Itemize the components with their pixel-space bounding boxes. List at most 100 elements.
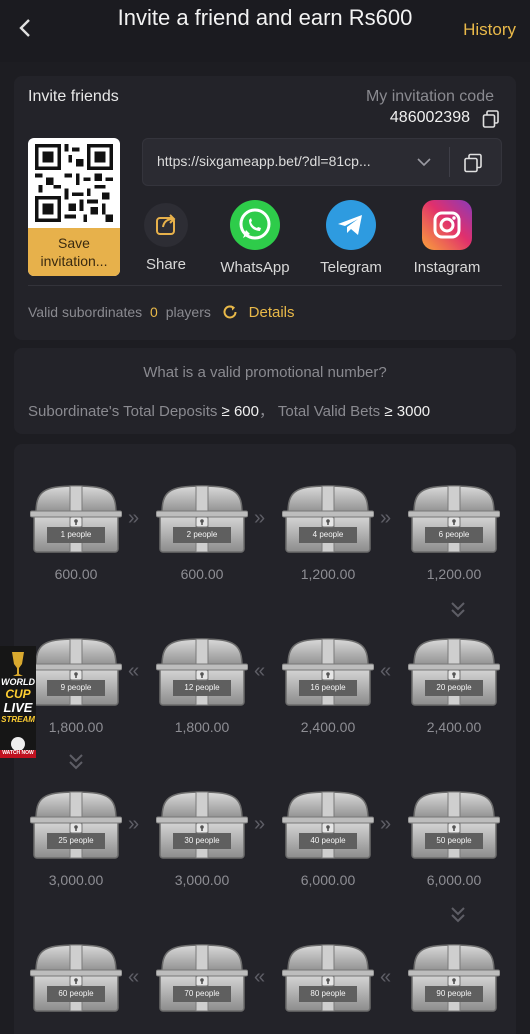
treasure-chest-icon: [282, 638, 374, 706]
reward-chest[interactable]: 4 people: [282, 484, 374, 556]
reward-amount: 600.00: [180, 566, 224, 582]
treasure-chest-icon: [156, 944, 248, 1012]
invitation-code-label: My invitation code: [365, 88, 494, 105]
reward-people-label: 80 people: [310, 989, 346, 998]
whatsapp-button[interactable]: WhatsApp: [210, 200, 300, 276]
details-link[interactable]: Details: [249, 304, 295, 321]
instagram-label: Instagram: [413, 259, 481, 276]
reward-amount: 1,200.00: [426, 566, 482, 582]
valid-subordinates-unit: players: [165, 304, 211, 320]
telegram-button[interactable]: Telegram: [306, 200, 396, 276]
promo-line-2: CUP: [5, 687, 31, 701]
world-cup-promo-badge[interactable]: WORLD CUP LIVE STREAM WATCH NOW: [0, 646, 36, 758]
reward-people-label: 12 people: [184, 683, 220, 692]
whatsapp-icon: [230, 200, 280, 250]
arrow-left-icon: «: [128, 966, 140, 988]
treasure-chest-icon: [156, 638, 248, 706]
chevron-down-icon[interactable]: [415, 153, 433, 171]
refresh-icon[interactable]: [221, 303, 239, 321]
reward-chest[interactable]: 12 people: [156, 637, 248, 709]
treasure-chest-icon: [408, 485, 500, 553]
reward-amount: 6,000.00: [300, 872, 356, 888]
reward-chest[interactable]: 30 people: [156, 790, 248, 862]
reward-amount: 3,000.00: [48, 872, 104, 888]
deposit-threshold: ≥ 600: [221, 403, 259, 420]
treasure-chest-icon: [408, 944, 500, 1012]
treasure-chest-icon: [408, 638, 500, 706]
treasure-chest-icon: [282, 944, 374, 1012]
copy-code-icon[interactable]: [482, 110, 500, 128]
divider: [28, 285, 502, 286]
arrow-right-icon: »: [128, 813, 140, 835]
reward-amount: 3,000.00: [174, 872, 230, 888]
share-button[interactable]: Share: [121, 200, 211, 273]
valid-subordinates-row: Valid subordinates 0 players Details: [28, 303, 295, 321]
reward-people-label: 20 people: [436, 683, 472, 692]
reward-amount: 6,000.00: [426, 872, 482, 888]
reward-chest[interactable]: 6 people: [408, 484, 500, 556]
bets-label: Total Valid Bets: [277, 403, 381, 420]
promo-line-4: STREAM: [1, 715, 35, 724]
arrow-down-icon: [451, 907, 465, 923]
promo-line-3: LIVE: [3, 700, 33, 715]
reward-chest[interactable]: 40 people: [282, 790, 374, 862]
promo-question[interactable]: What is a valid promotional number?: [14, 364, 516, 381]
reward-amount: 1,200.00: [300, 566, 356, 582]
promo-line-5: WATCH NOW: [2, 750, 34, 756]
arrow-left-icon: «: [380, 966, 392, 988]
reward-people-label: 90 people: [436, 989, 472, 998]
page-title: Invite a friend and earn Rs600: [117, 5, 413, 30]
reward-amount: 1,800.00: [48, 719, 104, 735]
valid-subordinates-count: 0: [150, 304, 158, 320]
arrow-left-icon: «: [380, 660, 392, 682]
invitation-code: 486002398: [389, 109, 470, 126]
reward-people-label: 4 people: [312, 530, 344, 539]
reward-chest[interactable]: 70 people: [156, 943, 248, 1015]
history-link[interactable]: History: [463, 20, 516, 40]
promo-conditions: Subordinate's Total Deposits ≥ 600， Tota…: [28, 400, 430, 421]
reward-chest[interactable]: 90 people: [408, 943, 500, 1015]
treasure-chest-icon: [282, 485, 374, 553]
back-arrow-icon[interactable]: [14, 16, 40, 42]
qr-code-card: Save invitation...: [28, 138, 120, 276]
invite-link-field[interactable]: https://sixgameapp.bet/?dl=81cp...: [142, 138, 502, 186]
reward-chest[interactable]: 50 people: [408, 790, 500, 862]
copy-link-icon[interactable]: [463, 153, 483, 173]
promo-line-1: WORLD: [1, 677, 35, 687]
arrow-left-icon: «: [128, 660, 140, 682]
reward-chest[interactable]: 20 people: [408, 637, 500, 709]
instagram-button[interactable]: Instagram: [402, 200, 492, 276]
save-invitation-button[interactable]: Save invitation...: [28, 228, 120, 276]
reward-amount: 2,400.00: [426, 719, 482, 735]
reward-amount: 1,800.00: [174, 719, 230, 735]
reward-people-label: 16 people: [310, 683, 346, 692]
share-label: Share: [145, 256, 187, 273]
share-icon: [144, 203, 188, 247]
reward-chest[interactable]: 9 people: [30, 637, 122, 709]
qr-code-image: [35, 144, 113, 222]
bets-threshold: ≥ 3000: [384, 403, 431, 420]
arrow-right-icon: »: [380, 507, 392, 529]
reward-people-label: 6 people: [438, 530, 470, 539]
treasure-chest-icon: [30, 944, 122, 1012]
reward-chest[interactable]: 16 people: [282, 637, 374, 709]
reward-people-label: 60 people: [58, 989, 94, 998]
reward-chest[interactable]: 1 people: [30, 484, 122, 556]
reward-chest[interactable]: 60 people: [30, 943, 122, 1015]
reward-chest[interactable]: 2 people: [156, 484, 248, 556]
invite-card: Invite friends My invitation code 486002…: [14, 76, 516, 340]
valid-subordinates-label: Valid subordinates: [28, 304, 143, 320]
conditions-separator: ，: [258, 403, 274, 420]
telegram-label: Telegram: [320, 259, 382, 276]
instagram-icon: [422, 200, 472, 250]
treasure-chest-icon: [408, 791, 500, 859]
reward-people-label: 2 people: [186, 530, 218, 539]
promo-info-card: What is a valid promotional number? Subo…: [14, 348, 516, 434]
arrow-right-icon: »: [128, 507, 140, 529]
reward-chest[interactable]: 25 people: [30, 790, 122, 862]
reward-chest[interactable]: 80 people: [282, 943, 374, 1015]
arrow-left-icon: «: [254, 966, 266, 988]
arrow-right-icon: »: [254, 813, 266, 835]
reward-people-label: 25 people: [58, 836, 94, 845]
treasure-chest-icon: [156, 485, 248, 553]
